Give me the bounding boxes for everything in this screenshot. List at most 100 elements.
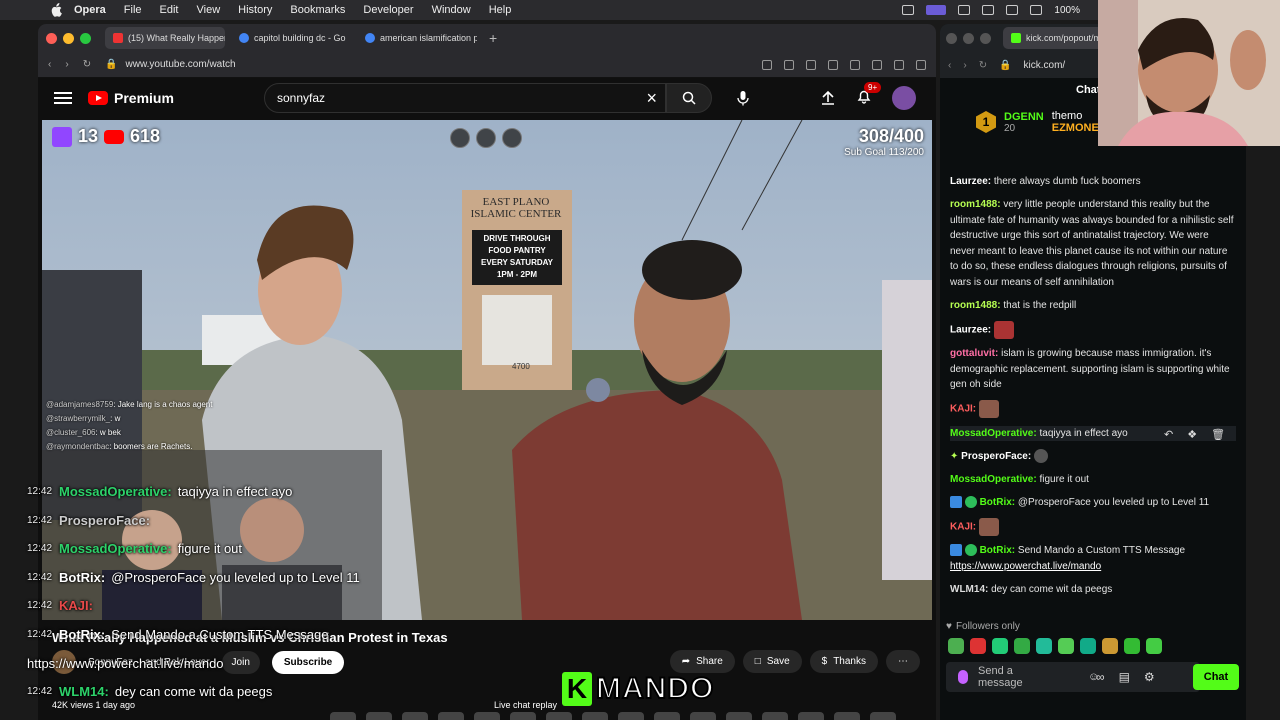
battery-percent[interactable]: 100% xyxy=(1054,5,1080,16)
tab-google-capitol[interactable]: capitol building dc - Go xyxy=(231,27,351,49)
top-gifter-name[interactable]: DGENN xyxy=(1004,111,1044,123)
trash-icon[interactable]: 🗑 xyxy=(1211,428,1225,441)
status-icon[interactable] xyxy=(902,5,915,15)
wifi-icon[interactable] xyxy=(1006,5,1019,15)
zoom-window-button[interactable] xyxy=(980,32,991,44)
microphone-icon[interactable] xyxy=(958,670,968,684)
status-icon[interactable] xyxy=(958,5,971,15)
emote-button[interactable] xyxy=(1124,638,1140,654)
emote-button[interactable] xyxy=(948,638,964,654)
store-icon[interactable]: ▤ xyxy=(1119,670,1130,684)
link-icon[interactable]: ∞ xyxy=(1096,670,1105,684)
back-icon[interactable]: ‹ xyxy=(48,59,51,70)
gifter-name-2[interactable]: themo xyxy=(1052,110,1099,122)
status-active-icon[interactable] xyxy=(926,5,947,15)
avatar[interactable] xyxy=(892,86,916,110)
save-button[interactable]: □ Save xyxy=(742,650,802,673)
send-chat-button[interactable]: Chat xyxy=(1193,664,1239,690)
dock-app-icon[interactable] xyxy=(330,712,356,720)
chat-username[interactable]: KAJI: xyxy=(950,521,976,532)
popout-icon[interactable] xyxy=(450,128,470,148)
menu-file[interactable]: File xyxy=(124,4,142,16)
close-window-button[interactable] xyxy=(946,32,957,44)
dock-app-icon[interactable] xyxy=(618,712,644,720)
dock-app-icon[interactable] xyxy=(798,712,824,720)
profile-icon[interactable] xyxy=(916,59,926,70)
emote-button[interactable] xyxy=(1058,638,1074,654)
gifter-name-3[interactable]: EZMONE xyxy=(1052,122,1099,134)
camera-icon[interactable] xyxy=(784,59,794,70)
dock-app-icon[interactable] xyxy=(546,712,572,720)
new-tab-button[interactable]: + xyxy=(483,30,503,46)
menu-history[interactable]: History xyxy=(238,4,272,16)
play-icon[interactable] xyxy=(828,59,838,70)
apple-icon[interactable] xyxy=(50,3,62,17)
chat-message-input[interactable]: Send a message ☺ xyxy=(946,662,1200,692)
join-button[interactable]: Join xyxy=(221,650,260,674)
emote-button[interactable] xyxy=(1036,638,1052,654)
bluetooth-icon[interactable] xyxy=(1030,5,1043,15)
chat-username[interactable]: room1488: xyxy=(950,199,1001,210)
reply-icon[interactable]: ↶ xyxy=(1164,428,1173,441)
channel-name[interactable]: SonnyFaz xyxy=(88,657,133,668)
minimize-window-button[interactable] xyxy=(63,32,74,44)
emote-button[interactable] xyxy=(992,638,1008,654)
chat-username[interactable]: KAJI: xyxy=(950,404,976,415)
dock-app-icon[interactable] xyxy=(726,712,752,720)
download-icon[interactable] xyxy=(872,59,882,70)
menu-edit[interactable]: Edit xyxy=(160,4,179,16)
menu-developer[interactable]: Developer xyxy=(363,4,413,16)
voice-search-button[interactable] xyxy=(728,83,758,113)
dock-app-icon[interactable] xyxy=(402,712,428,720)
url-field[interactable]: 🔒 www.youtube.com/watch xyxy=(105,59,748,70)
tab-google-islamification[interactable]: american islamification p xyxy=(357,27,477,49)
emote-button[interactable] xyxy=(1102,638,1118,654)
status-icon[interactable] xyxy=(982,5,995,15)
dock-app-icon[interactable] xyxy=(582,712,608,720)
edit-icon[interactable] xyxy=(762,59,772,70)
heart-icon[interactable] xyxy=(850,59,860,70)
menu-view[interactable]: View xyxy=(197,4,221,16)
emote-button[interactable] xyxy=(1014,638,1030,654)
subscribe-button[interactable]: Subscribe xyxy=(271,650,345,674)
notifications-button[interactable]: 9+ xyxy=(856,81,882,109)
dock-app-icon[interactable] xyxy=(870,712,896,720)
menu-bookmarks[interactable]: Bookmarks xyxy=(290,4,345,16)
dock-app-icon[interactable] xyxy=(366,712,392,720)
forward-icon[interactable]: › xyxy=(65,59,68,70)
upload-icon[interactable] xyxy=(820,90,836,106)
search-button[interactable] xyxy=(666,83,712,113)
zoom-window-button[interactable] xyxy=(80,32,91,44)
emote-button[interactable] xyxy=(1080,638,1096,654)
reload-icon[interactable]: ↻ xyxy=(979,60,987,71)
pin-icon[interactable]: ❖ xyxy=(1187,428,1197,441)
settings-gear-icon[interactable]: ⚙ xyxy=(1144,670,1155,684)
dock-app-icon[interactable] xyxy=(834,712,860,720)
close-window-button[interactable] xyxy=(46,32,57,44)
thanks-button[interactable]: $ Thanks xyxy=(809,650,878,673)
chat-username[interactable]: Laurzee: xyxy=(950,324,991,335)
chat-username[interactable]: MossadOperative: xyxy=(950,428,1037,439)
list-icon[interactable] xyxy=(894,59,904,70)
dock-app-icon[interactable] xyxy=(438,712,464,720)
forward-icon[interactable]: › xyxy=(963,60,966,71)
chat-username[interactable]: gottaluvit: xyxy=(950,348,998,359)
menu-help[interactable]: Help xyxy=(489,4,512,16)
search-input[interactable]: sonnyfaz × xyxy=(264,83,666,113)
chat-link[interactable]: https://www.powerchat.live/mando xyxy=(950,561,1101,572)
url-text[interactable]: kick.com/ xyxy=(1024,60,1066,71)
chat-username[interactable]: BotRix: xyxy=(980,497,1016,508)
chat-username[interactable]: room1488: xyxy=(950,300,1001,311)
dock-app-icon[interactable] xyxy=(690,712,716,720)
chat-username[interactable]: BotRix: xyxy=(980,545,1016,556)
dock-app-icon[interactable] xyxy=(762,712,788,720)
chat-username[interactable]: WLM14: xyxy=(950,584,988,595)
live-chat-replay[interactable]: Live chat replay xyxy=(494,700,557,710)
video-player[interactable]: 13 618 308/400 Sub Goal 113/200 EAST PLA… xyxy=(42,120,932,620)
chat-username[interactable]: ProsperoFace: xyxy=(961,451,1031,462)
menu-window[interactable]: Window xyxy=(432,4,471,16)
share-button[interactable]: ➦ Share xyxy=(669,650,735,673)
shield-icon[interactable] xyxy=(806,59,816,70)
dock-app-icon[interactable] xyxy=(510,712,536,720)
tab-youtube[interactable]: (15) What Really Happen xyxy=(105,27,225,49)
